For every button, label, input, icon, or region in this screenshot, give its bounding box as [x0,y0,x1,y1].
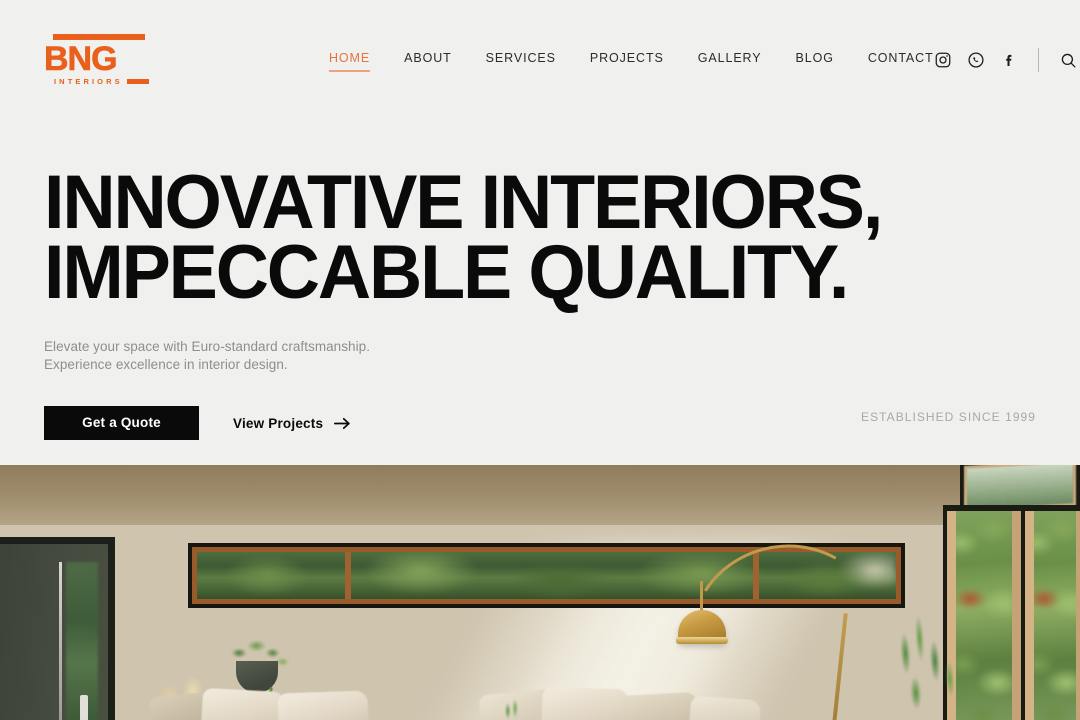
hero-subtitle: Elevate your space with Euro-standard cr… [44,338,1036,374]
facebook-icon[interactable] [1000,51,1019,70]
ceiling-shadow [0,465,1080,525]
hero-image [0,465,1080,720]
nav-item-projects[interactable]: PROJECTS [590,51,664,70]
cushion [541,686,629,720]
page-title: INNOVATIVE INTERIORS, IMPECCABLE QUALITY… [44,165,1006,311]
logo-bar-bottom [126,79,149,84]
tall-grass-plant [883,602,969,720]
cushion [688,695,762,720]
logo-wordmark: BNG [44,40,118,78]
logo-subtitle-row: INTERIORS [54,77,154,86]
window-mullion [345,552,351,599]
door-handle [80,695,88,720]
header-divider [1037,48,1039,72]
hero-section: INNOVATIVE INTERIORS, IMPECCABLE QUALITY… [0,120,1080,440]
garden-foliage [1034,511,1076,720]
arc-lamp-drop-cord [700,581,703,613]
interior-scene [0,465,1080,720]
window-pane [1025,511,1080,720]
nav-item-contact[interactable]: CONTACT [868,51,934,70]
nav-item-about[interactable]: ABOUT [404,51,452,70]
nav-item-services[interactable]: SERVICES [486,51,556,70]
nav-item-blog[interactable]: BLOG [796,51,834,70]
whatsapp-icon[interactable] [967,51,986,70]
site-header: BNG INTERIORS HOME ABOUT SERVICES PROJEC… [0,0,1080,120]
main-navigation: HOME ABOUT SERVICES PROJECTS GALLERY BLO… [329,51,934,72]
nav-item-home[interactable]: HOME [329,51,371,72]
hero-title-line-2: IMPECCABLE QUALITY. [44,230,849,315]
entry-door [0,537,115,720]
arrow-right-icon [334,417,351,430]
sofa [148,678,770,720]
small-plant [500,698,526,720]
nav-item-gallery[interactable]: GALLERY [698,51,762,70]
door-rail [59,562,62,720]
logo-subtitle: INTERIORS [54,77,123,86]
hero-subtitle-line-1: Elevate your space with Euro-standard cr… [44,339,371,354]
page-root: BNG INTERIORS HOME ABOUT SERVICES PROJEC… [0,0,1080,720]
cushion [617,691,699,720]
header-actions [934,48,1079,72]
hero-subtitle-line-2: Experience excellence in interior design… [44,357,288,372]
view-projects-link[interactable]: View Projects [233,416,351,431]
get-a-quote-button[interactable]: Get a Quote [44,406,199,440]
instagram-icon[interactable] [934,51,953,70]
established-since-label: ESTABLISHED SINCE 1999 [861,410,1036,424]
logo[interactable]: BNG INTERIORS [44,34,154,86]
search-icon[interactable] [1058,50,1079,71]
cushion [200,687,286,720]
view-projects-label: View Projects [233,415,324,431]
cushion [277,690,369,720]
arc-lamp-shade-rim [676,637,728,644]
